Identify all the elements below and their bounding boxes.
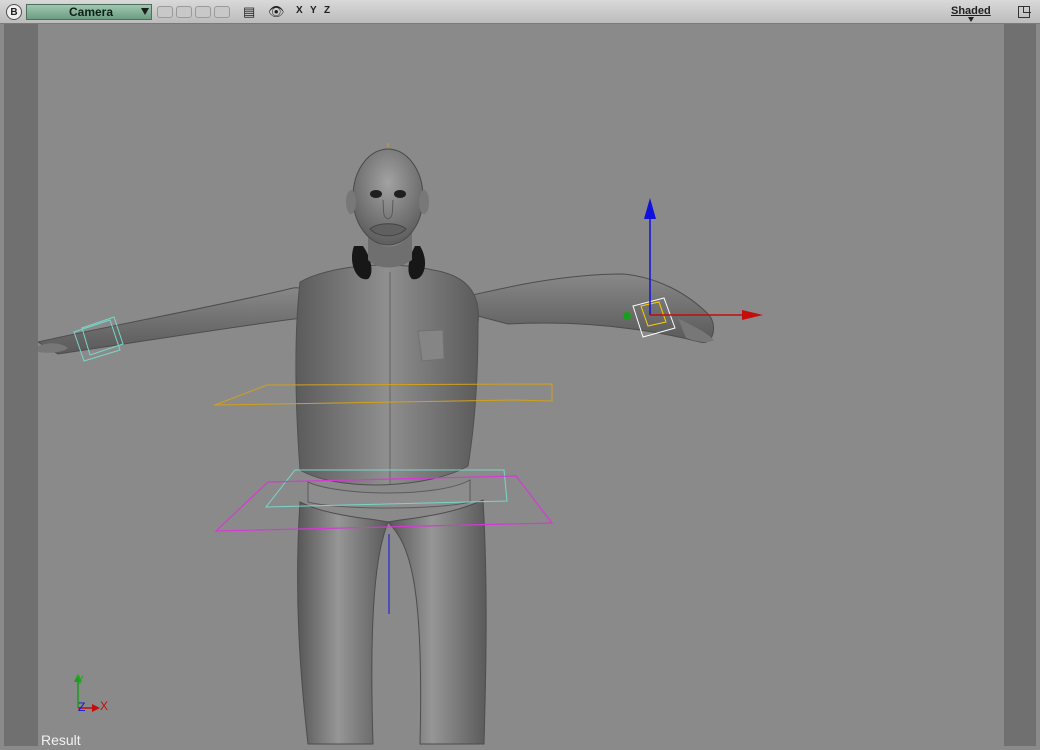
viewport-right-border (1004, 24, 1036, 746)
axis-triad-icon: Y Z X (74, 673, 108, 714)
3d-viewport[interactable]: Y Z X (38, 24, 1004, 746)
character-model[interactable] (38, 148, 715, 745)
camera-select[interactable]: Camera (26, 4, 152, 20)
camera-select-label: Camera (69, 5, 114, 19)
view-badge-icon[interactable]: B (6, 4, 22, 20)
toolbar-axis-z[interactable]: Z (324, 5, 330, 16)
3d-editor-viewport-window: B Camera ▤ 👁 X Y Z Shaded Y Z X Result (0, 0, 1040, 750)
axis-triad-x: X (100, 699, 108, 713)
result-label: Result (41, 732, 81, 748)
toolbar-axis-y[interactable]: Y (310, 5, 317, 16)
eye-icon[interactable]: 👁 (268, 4, 285, 20)
maximize-icon[interactable] (1018, 6, 1031, 18)
scene-svg[interactable]: Y Z X (38, 24, 1004, 746)
shading-dropdown-arrow-icon[interactable] (968, 17, 974, 22)
toolbar-slot-3[interactable] (195, 6, 211, 18)
axis-triad-y: Y (76, 673, 84, 687)
axis-triad-z: Z (78, 700, 85, 714)
camera-icon[interactable]: ▤ (243, 4, 255, 20)
toolbar-slot-4[interactable] (214, 6, 230, 18)
dropdown-arrow-icon[interactable] (141, 8, 149, 15)
toolbar-slot-1[interactable] (157, 6, 173, 18)
toolbar-axis-x[interactable]: X (296, 5, 303, 16)
toolbar-slot-2[interactable] (176, 6, 192, 18)
viewport-toolbar: B Camera ▤ 👁 X Y Z Shaded (0, 0, 1040, 24)
viewport-left-border (4, 24, 38, 746)
shading-mode-select[interactable]: Shaded (951, 5, 991, 17)
